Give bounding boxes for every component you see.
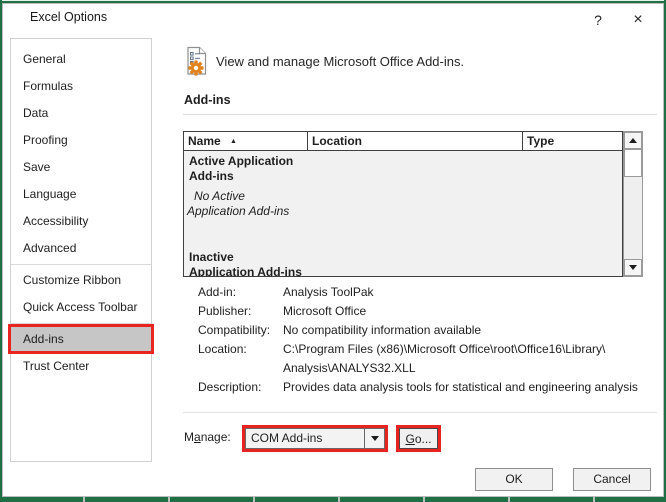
excel-window-left-edge [0,0,2,502]
scroll-down-icon [629,265,637,270]
detail-label: Add-in: [198,283,283,302]
manage-label-accel: a [194,430,201,444]
detail-value: Microsoft Office [283,302,366,321]
detail-label: Publisher: [198,302,283,321]
detail-value: No compatibility information available [283,321,481,340]
add-ins-section-title: Add-ins [184,93,231,107]
detail-row-compatibility: Compatibility: No compatibility informat… [198,321,653,340]
annotation-box-manage-dropdown: COM Add-ins [242,425,388,452]
sidebar-item-save[interactable]: Save [11,154,151,181]
close-icon: × [633,11,642,28]
sidebar-item-label: Add-ins [23,332,64,346]
manage-dropdown-value: COM Add-ins [246,429,364,448]
excel-options-dialog: Excel Options ? × General Formulas Data … [0,0,666,502]
excel-window-top-edge [0,0,666,3]
go-button-accel: G [405,432,414,446]
manage-divider [183,412,657,413]
scroll-up-button[interactable] [624,132,642,149]
help-icon: ? [594,12,602,28]
section-divider [183,114,657,115]
annotation-box-go-button: Go... [396,425,441,452]
manage-label-part: M [184,430,194,444]
chevron-down-icon [371,436,379,441]
go-button[interactable]: Go... [399,428,438,449]
manage-label: Manage: [184,430,231,444]
column-header-location[interactable]: Location [308,131,523,151]
add-in-details: Add-in: Analysis ToolPak Publisher: Micr… [198,283,653,397]
help-button[interactable]: ? [586,8,610,32]
cancel-button[interactable]: Cancel [573,468,651,491]
sidebar-item-data[interactable]: Data [11,100,151,127]
add-ins-table: Name ▲ Location Type Active Application … [183,131,643,277]
dialog-title: Excel Options [30,10,107,24]
manage-label-part: nage: [201,430,231,444]
sidebar-item-formulas[interactable]: Formulas [11,73,151,100]
sidebar-item-add-ins[interactable]: Add-ins [11,326,151,353]
excel-window-bottom-edge [0,497,666,502]
sort-ascending-icon: ▲ [230,138,237,145]
detail-label: Compatibility: [198,321,283,340]
detail-label: Location: [198,340,283,378]
detail-row-location: Location: C:\Program Files (x86)\Microso… [198,340,653,378]
scrollbar-thumb[interactable] [624,149,642,177]
detail-label: Description: [198,378,283,397]
add-ins-page-icon [186,46,213,80]
table-header: Name ▲ Location Type [183,131,623,151]
manage-dropdown-arrow-button[interactable] [364,429,384,448]
sidebar-item-quick-access-toolbar[interactable]: Quick Access Toolbar [11,294,151,321]
document-gear-icon [186,46,213,77]
table-row-no-active[interactable]: No Active Application Add-ins [187,189,311,219]
go-button-label: o... [415,432,432,446]
scroll-up-icon [629,138,637,143]
sidebar-item-language[interactable]: Language [11,181,151,208]
page-description: View and manage Microsoft Office Add-ins… [216,54,464,69]
manage-dropdown[interactable]: COM Add-ins [245,428,385,449]
detail-row-description: Description: Provides data analysis tool… [198,378,653,397]
table-row-group-active[interactable]: Active Application Add-ins [189,154,311,184]
ok-button[interactable]: OK [475,468,553,491]
detail-row-addin: Add-in: Analysis ToolPak [198,283,653,302]
detail-value: C:\Program Files (x86)\Microsoft Office\… [283,340,605,378]
detail-value: Analysis ToolPak [283,283,374,302]
table-scrollbar[interactable] [623,131,643,277]
column-header-name[interactable]: Name ▲ [183,131,308,151]
sidebar-item-accessibility[interactable]: Accessibility [11,208,151,235]
detail-row-publisher: Publisher: Microsoft Office [198,302,653,321]
sidebar-item-general[interactable]: General [11,46,151,73]
scroll-down-button[interactable] [624,259,642,276]
sidebar-item-customize-ribbon[interactable]: Customize Ribbon [11,267,151,294]
sidebar-item-proofing[interactable]: Proofing [11,127,151,154]
options-sidebar: General Formulas Data Proofing Save Lang… [10,38,152,462]
table-body: Active Application Add-ins No Active App… [183,151,623,277]
column-header-type[interactable]: Type [523,131,623,151]
sidebar-item-advanced[interactable]: Advanced [11,235,151,262]
sidebar-item-trust-center[interactable]: Trust Center [11,353,151,380]
table-row-group-inactive[interactable]: Inactive Application Add-ins [189,250,311,277]
sidebar-divider [11,323,151,324]
sidebar-divider [11,264,151,265]
column-label: Name [188,134,221,148]
detail-value: Provides data analysis tools for statist… [283,378,638,397]
close-button[interactable]: × [626,8,650,32]
